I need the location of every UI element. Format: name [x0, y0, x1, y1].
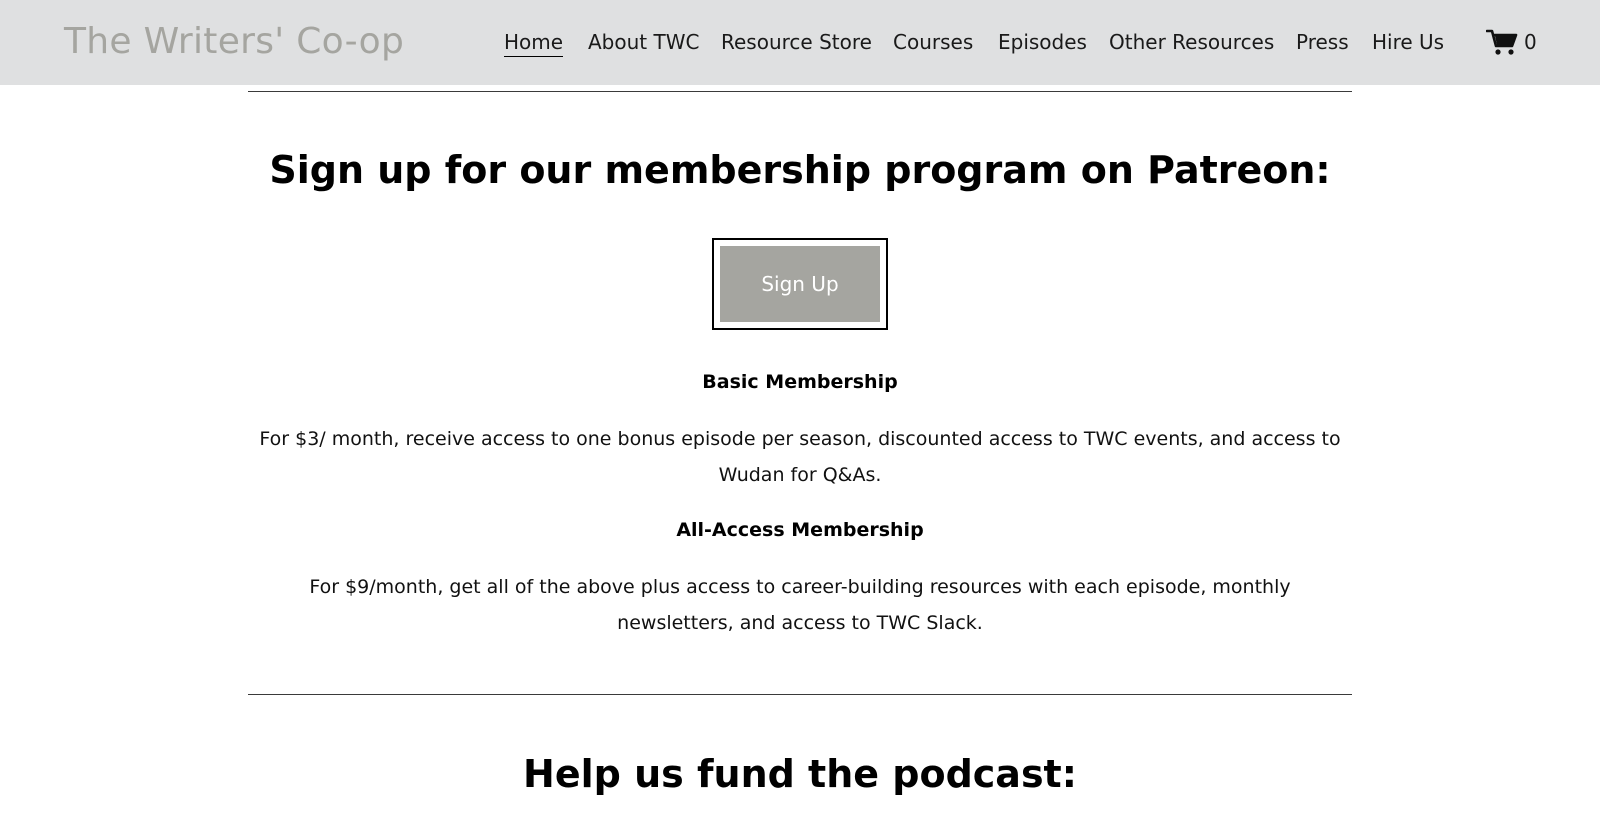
membership-heading: Sign up for our membership program on Pa… — [269, 148, 1331, 192]
main-nav: Home About TWC Resource Store Courses Ep… — [0, 0, 1600, 85]
basic-membership-title: Basic Membership — [702, 371, 898, 393]
nav-hire-us[interactable]: Hire Us — [1372, 28, 1444, 56]
nav-press[interactable]: Press — [1296, 28, 1349, 56]
divider-top — [248, 91, 1352, 92]
signup-button-frame: Sign Up — [712, 238, 888, 330]
cart-count: 0 — [1524, 30, 1537, 54]
nav-resource-store[interactable]: Resource Store — [721, 28, 872, 56]
page: The Writers' Co-op Home About TWC Resour… — [0, 0, 1600, 816]
nav-other-resources[interactable]: Other Resources — [1109, 28, 1274, 56]
all-access-membership-title: All-Access Membership — [676, 519, 924, 541]
cart-button[interactable]: 0 — [1486, 26, 1537, 58]
cart-icon — [1486, 28, 1518, 56]
all-access-membership-description: For $9/month, get all of the above plus … — [309, 576, 1291, 634]
nav-courses[interactable]: Courses — [893, 28, 973, 56]
nav-about[interactable]: About TWC — [588, 28, 699, 56]
basic-membership-description: For $3/ month, receive access to one bon… — [259, 428, 1341, 486]
fund-heading: Help us fund the podcast: — [523, 752, 1077, 796]
site-header: The Writers' Co-op Home About TWC Resour… — [0, 0, 1600, 85]
nav-home[interactable]: Home — [504, 28, 564, 57]
divider-bottom — [248, 694, 1352, 695]
nav-episodes[interactable]: Episodes — [998, 28, 1087, 56]
signup-button[interactable]: Sign Up — [720, 246, 880, 322]
